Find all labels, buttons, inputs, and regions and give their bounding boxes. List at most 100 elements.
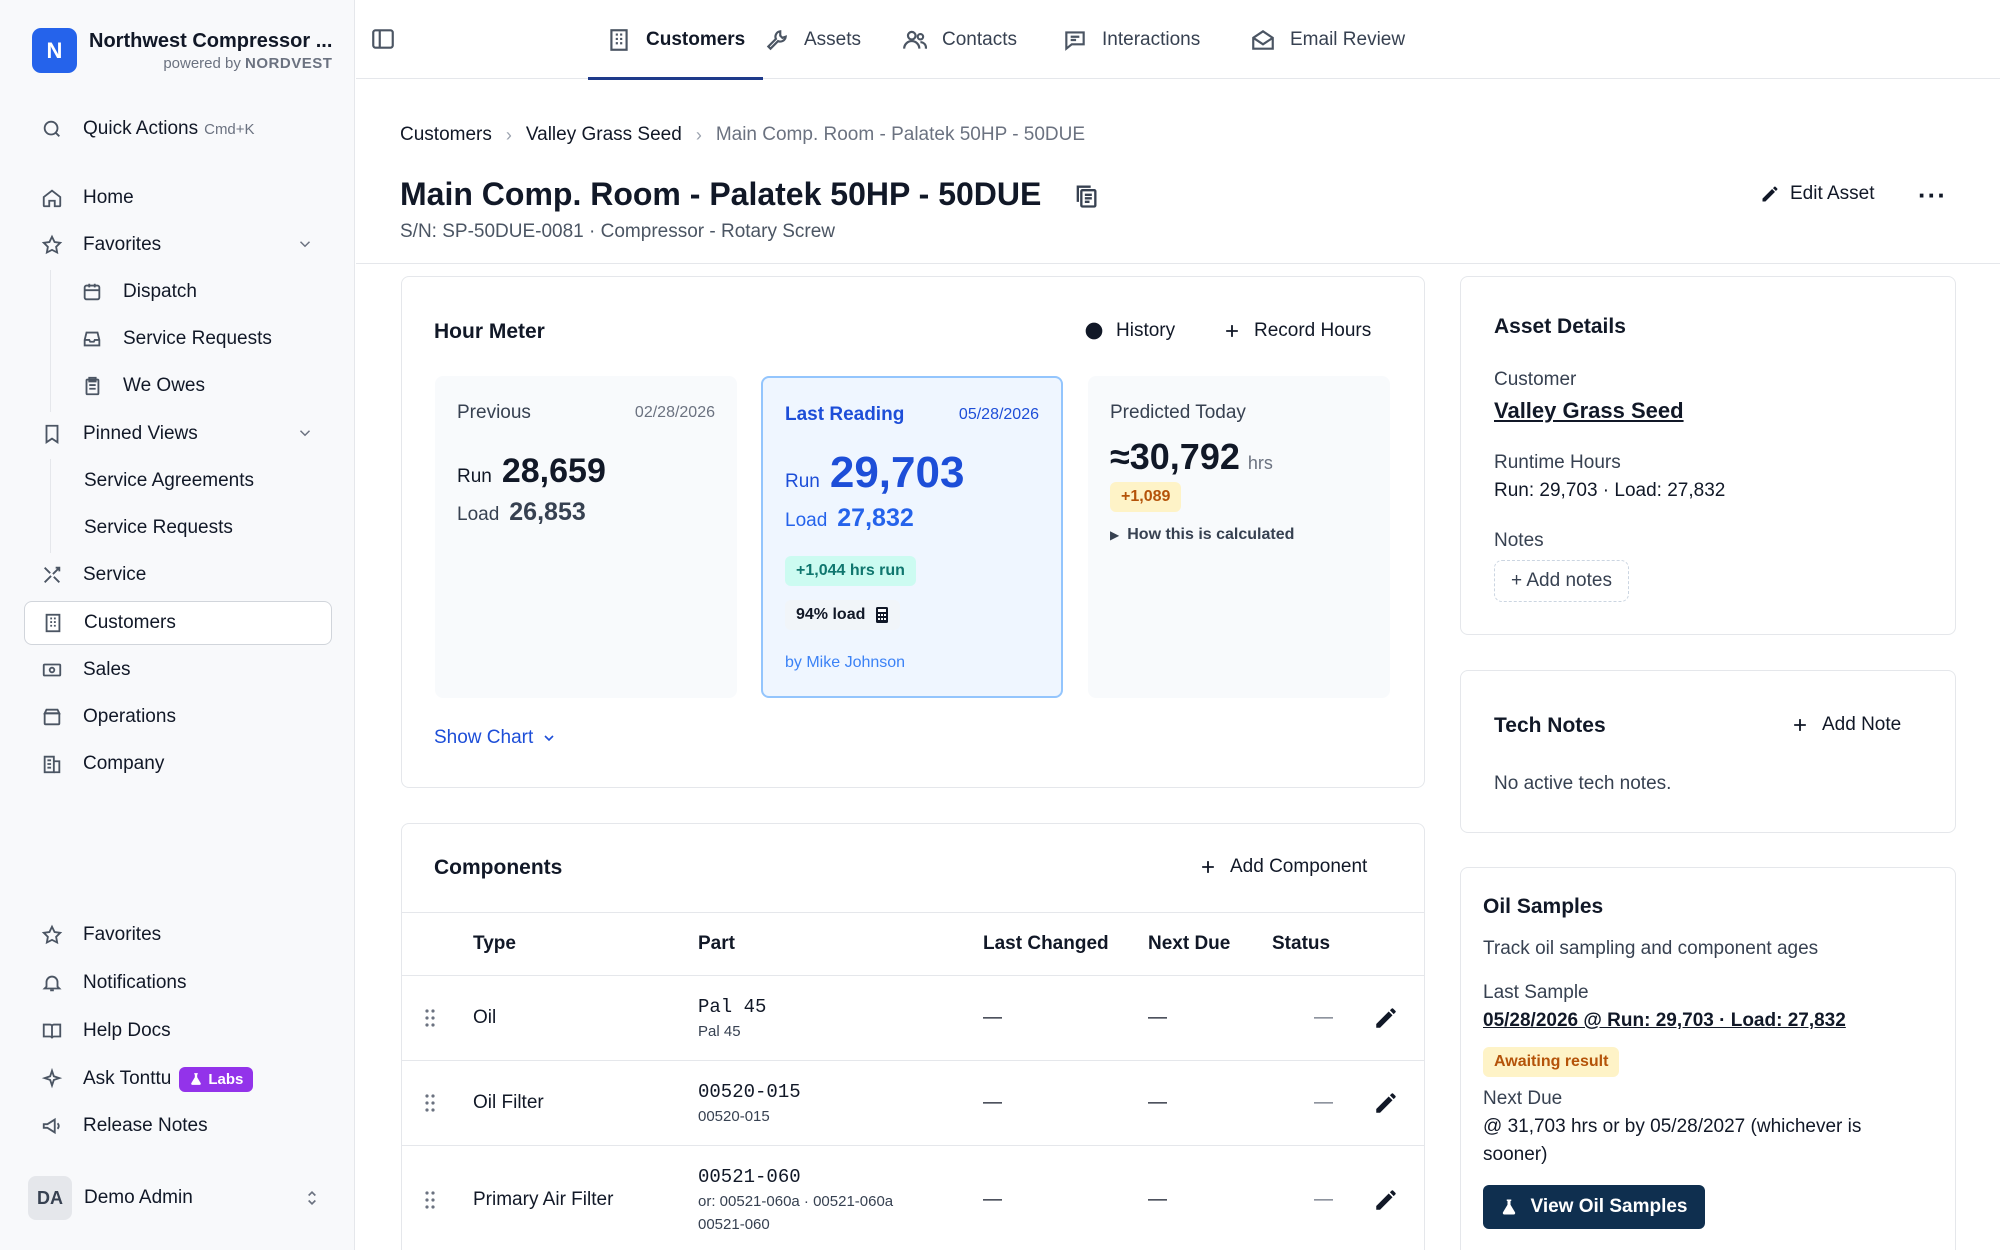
tab-interactions[interactable]: Interactions bbox=[1062, 0, 1200, 79]
sidebar-item-we-owes[interactable]: We Owes bbox=[74, 364, 332, 408]
sidebar-item-notifications[interactable]: Notifications bbox=[24, 961, 332, 1005]
tools-icon bbox=[40, 563, 64, 587]
drag-handle-icon[interactable] bbox=[423, 1190, 437, 1210]
sidebar-item-ask-tonttu[interactable]: Ask Tonttu Labs bbox=[24, 1057, 332, 1101]
drag-handle-icon[interactable] bbox=[423, 1008, 437, 1028]
star-icon bbox=[40, 233, 64, 257]
last-changed-value: — bbox=[983, 1092, 1002, 1113]
column-header-part[interactable]: Part bbox=[698, 933, 735, 955]
sidebar-item-favorites-bottom[interactable]: Favorites bbox=[24, 913, 332, 957]
sidebar-item-home[interactable]: Home bbox=[24, 176, 332, 220]
last-sample-label: Last Sample bbox=[1483, 982, 1589, 1003]
next-due-value: — bbox=[1148, 1007, 1167, 1028]
how-calculated-toggle[interactable]: ▶ How this is calculated bbox=[1110, 526, 1294, 544]
building-icon bbox=[610, 28, 628, 51]
sidebar-item-dispatch[interactable]: Dispatch bbox=[74, 270, 332, 314]
tab-email-review[interactable]: Email Review bbox=[1250, 0, 1405, 79]
previous-reading: Previous 02/28/2026 Run 28,659 Load 26,853 bbox=[435, 376, 737, 698]
show-chart-button[interactable]: Show Chart bbox=[434, 727, 557, 749]
record-hours-button[interactable]: Record Hours bbox=[1222, 320, 1371, 342]
component-part-sub: 00520-015 bbox=[698, 1108, 770, 1125]
tree-line bbox=[50, 270, 51, 412]
component-part-sub: 00521-060 bbox=[698, 1216, 770, 1233]
predicted-reading: Predicted Today ≈30,792 hrs +1,089 ▶ How … bbox=[1088, 376, 1390, 698]
edit-pencil-icon[interactable] bbox=[1373, 1090, 1399, 1116]
org-name: Northwest Compressor ... bbox=[89, 29, 333, 52]
sidebar-item-service-requests[interactable]: Service Requests bbox=[74, 317, 332, 361]
divider bbox=[401, 975, 1425, 976]
asset-subtitle: S/N: SP-50DUE-0081 · Compressor - Rotary… bbox=[400, 221, 836, 242]
sidebar-item-operations[interactable]: Operations bbox=[24, 695, 332, 739]
sidebar-item-service-agreements[interactable]: Service Agreements bbox=[74, 459, 332, 503]
tab-assets[interactable]: Assets bbox=[764, 0, 861, 79]
quick-actions[interactable]: Quick Actions Cmd+K bbox=[24, 107, 332, 151]
sidebar-item-help-docs[interactable]: Help Docs bbox=[24, 1009, 332, 1053]
sidebar-item-service[interactable]: Service bbox=[24, 553, 332, 597]
tab-contacts[interactable]: Contacts bbox=[902, 0, 1017, 79]
chevron-down-icon[interactable] bbox=[296, 235, 314, 253]
view-oil-samples-button[interactable]: View Oil Samples bbox=[1483, 1185, 1705, 1229]
users-icon bbox=[903, 30, 927, 49]
sidebar-item-release-notes[interactable]: Release Notes bbox=[24, 1104, 332, 1148]
user-menu[interactable]: DA Demo Admin bbox=[28, 1176, 328, 1220]
oil-samples-title: Oil Samples bbox=[1483, 895, 1604, 918]
page-title: Main Comp. Room - Palatek 50HP - 50DUE bbox=[400, 176, 1042, 212]
component-type: Oil bbox=[473, 1007, 497, 1028]
edit-asset-button[interactable]: Edit Asset bbox=[1760, 183, 1875, 205]
column-header-next-due[interactable]: Next Due bbox=[1148, 933, 1230, 955]
last-sample-link[interactable]: 05/28/2026 @ Run: 29,703 · Load: 27,832 bbox=[1483, 1010, 1846, 1032]
chevron-down-icon[interactable] bbox=[296, 424, 314, 442]
column-header-last-changed[interactable]: Last Changed bbox=[983, 933, 1109, 955]
clipboard-icon bbox=[80, 374, 104, 398]
star-icon bbox=[40, 923, 64, 947]
edit-pencil-icon[interactable] bbox=[1373, 1005, 1399, 1031]
next-due-value: — bbox=[1148, 1092, 1167, 1113]
add-notes-button[interactable]: + Add notes bbox=[1494, 560, 1629, 602]
powered-by: powered by NORDVEST bbox=[163, 54, 333, 72]
runtime-value: Run: 29,703 · Load: 27,832 bbox=[1494, 480, 1726, 501]
sidebar-item-company[interactable]: Company bbox=[24, 742, 332, 786]
asset-details-title: Asset Details bbox=[1494, 315, 1626, 338]
tab-customers[interactable]: Customers bbox=[588, 0, 764, 80]
sidebar: N Northwest Compressor ... powered by NO… bbox=[0, 0, 355, 1250]
wrench-icon bbox=[766, 29, 787, 50]
next-due-value: — bbox=[1148, 1189, 1167, 1210]
load-percent-badge: 94% load bbox=[785, 600, 901, 630]
sidebar-group-favorites[interactable]: Favorites bbox=[24, 223, 332, 267]
calendar-icon bbox=[80, 280, 104, 304]
chevron-right-icon: › bbox=[505, 124, 512, 145]
column-header-status[interactable]: Status bbox=[1272, 933, 1330, 955]
sidebar-item-sales[interactable]: Sales bbox=[24, 648, 332, 692]
component-part: 00521-060 bbox=[698, 1166, 801, 1188]
bookmark-icon bbox=[40, 422, 64, 446]
component-type: Oil Filter bbox=[473, 1092, 544, 1113]
more-options-icon[interactable]: ··· bbox=[1918, 180, 1950, 212]
tech-notes-card bbox=[1460, 670, 1956, 833]
run-delta-badge: +1,044 hrs run bbox=[785, 556, 916, 586]
add-component-button[interactable]: Add Component bbox=[1198, 856, 1367, 878]
customer-link[interactable]: Valley Grass Seed bbox=[1494, 398, 1684, 424]
sidebar-toggle-icon[interactable] bbox=[370, 26, 396, 52]
column-header-type[interactable]: Type bbox=[473, 933, 516, 955]
divider bbox=[356, 263, 2000, 264]
app: N Northwest Compressor ... powered by NO… bbox=[0, 0, 2000, 1250]
sidebar-item-pinned-service-requests[interactable]: Service Requests bbox=[74, 506, 332, 550]
sidebar-group-pinned-views[interactable]: Pinned Views bbox=[24, 412, 332, 456]
breadcrumb-customer[interactable]: Valley Grass Seed bbox=[526, 124, 682, 146]
org-logo: N bbox=[32, 28, 77, 73]
edit-pencil-icon[interactable] bbox=[1373, 1187, 1399, 1213]
history-button[interactable]: History bbox=[1084, 320, 1175, 342]
plus-icon bbox=[1226, 325, 1238, 337]
tech-notes-title: Tech Notes bbox=[1494, 714, 1606, 737]
plus-icon bbox=[1794, 719, 1806, 731]
breadcrumb: Customers › Valley Grass Seed › Main Com… bbox=[400, 124, 1085, 146]
component-part-sub: Pal 45 bbox=[698, 1023, 741, 1040]
drag-handle-icon[interactable] bbox=[423, 1093, 437, 1113]
sidebar-item-customers[interactable]: Customers bbox=[24, 601, 332, 645]
org-switcher[interactable]: N Northwest Compressor ... powered by NO… bbox=[32, 28, 332, 73]
copy-icon[interactable] bbox=[1072, 182, 1100, 210]
next-due-value-line2: sooner) bbox=[1483, 1144, 1548, 1165]
last-reading: Last Reading 05/28/2026 Run 29,703 Load 27… bbox=[761, 376, 1063, 698]
add-note-button[interactable]: Add Note bbox=[1790, 714, 1901, 736]
breadcrumb-customers[interactable]: Customers bbox=[400, 124, 492, 146]
